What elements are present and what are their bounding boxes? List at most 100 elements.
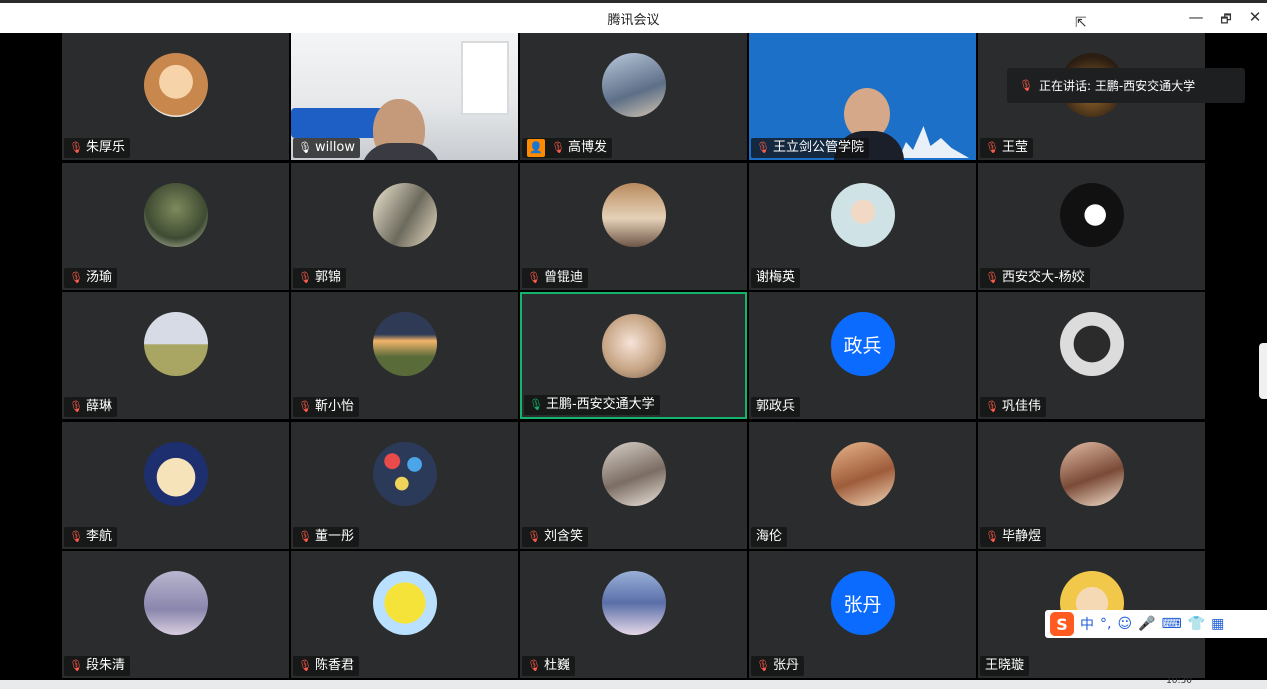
avatar (143, 182, 208, 247)
participant-tile[interactable]: 🎙 willow (291, 33, 518, 160)
participant-name-label: 🎙 汤瑜 (64, 267, 117, 288)
avatar (601, 441, 666, 506)
participant-tile[interactable]: 🎙 汤瑜 (62, 162, 289, 290)
avatar (601, 314, 666, 378)
participant-name-label: 👤 🎙 高博发 (522, 138, 612, 158)
participant-name: 张丹 (772, 658, 799, 673)
avatar (143, 312, 208, 376)
participant-tile[interactable]: 🎙 王立剑公管学院 (749, 33, 976, 160)
ime-skin-icon[interactable]: 👕 (1188, 616, 1205, 632)
mic-muted-icon: 🎙 (756, 141, 770, 154)
participant-name-label: 🎙 willow (293, 138, 361, 158)
avatar (1059, 441, 1124, 506)
restore-button[interactable]: 🗗 (1214, 10, 1238, 31)
side-panel-handle[interactable] (1259, 343, 1267, 399)
mic-muted-icon: 🎙 (551, 141, 565, 154)
participant-tile[interactable]: 🎙 巩佳伟 (978, 292, 1205, 419)
mic-icon: 🎙 (529, 398, 543, 411)
participant-name: 汤瑜 (85, 269, 112, 285)
participant-name: 朱厚乐 (85, 140, 125, 155)
mic-muted-icon: 🎙 (985, 400, 999, 413)
participant-tile[interactable]: 🎙 董一彤 (291, 421, 518, 549)
participant-tile[interactable]: 🎙 王鹏-西安交通大学 (520, 292, 747, 419)
ime-chinese-mode[interactable]: 中 (1080, 614, 1094, 634)
participant-name-label: 🎙 薛琳 (64, 397, 117, 417)
participant-name: 段朱清 (85, 658, 125, 673)
text-avatar: 张丹 (830, 571, 895, 635)
participant-name-label: 🎙 朱厚乐 (64, 138, 130, 158)
participant-name: 毕静煜 (1001, 528, 1041, 544)
participant-name: 薛琳 (85, 399, 112, 414)
speaking-indicator: 🎙 正在讲话: 王鹏-西安交通大学 (1007, 68, 1245, 103)
participant-name: 海伦 (756, 528, 783, 544)
sogou-logo-icon[interactable]: S (1050, 612, 1074, 636)
participant-name: 靳小怡 (314, 399, 354, 414)
participant-name-label: 🎙 毕静煜 (980, 526, 1046, 547)
participant-name: 曾锟迪 (543, 269, 583, 285)
ime-keyboard-icon[interactable]: ⌨ (1162, 616, 1182, 632)
avatar (372, 182, 437, 247)
participant-name: 刘含笑 (543, 528, 583, 544)
participant-name: 高博发 (567, 140, 607, 155)
avatar (830, 182, 895, 247)
participant-name: 王晓璇 (985, 658, 1025, 673)
participant-tile[interactable]: 🎙 刘含笑 (520, 421, 747, 549)
participant-name: 西安交大-杨姣 (1001, 269, 1085, 285)
participant-name-label: 🎙 西安交大-杨姣 (980, 267, 1090, 288)
ime-voice-icon[interactable]: 🎤 (1138, 616, 1155, 632)
participant-tile[interactable]: 张丹 🎙 张丹 (749, 551, 976, 678)
mic-muted-icon: 🎙 (527, 270, 541, 284)
text-avatar: 政兵 (830, 312, 895, 376)
participant-tile[interactable]: 🎙 曾锟迪 (520, 162, 747, 290)
participant-name-label: 🎙 郭锦 (293, 267, 346, 288)
participant-name: 陈香君 (314, 658, 354, 673)
participant-name: willow (314, 140, 356, 155)
minimize-button[interactable]: — (1184, 8, 1208, 26)
participant-name-label: 郭政兵 (751, 397, 801, 417)
participant-tile[interactable]: 🎙 毕静煜 (978, 421, 1205, 549)
participant-name-label: 🎙 杜巍 (522, 656, 575, 676)
avatar (372, 571, 437, 635)
mic-muted-icon: 🎙 (298, 659, 312, 672)
participant-tile[interactable]: 🎙 靳小怡 (291, 292, 518, 419)
participant-tile[interactable]: 🎙 陈香君 (291, 551, 518, 678)
participant-name-label: 王晓璇 (980, 656, 1030, 676)
participant-name-label: 海伦 (751, 526, 788, 547)
participant-tile[interactable]: 🎙 李航 (62, 421, 289, 549)
avatar (372, 312, 437, 376)
mic-muted-icon: 🎙 (527, 529, 541, 543)
participant-name-label: 🎙 巩佳伟 (980, 397, 1046, 417)
participant-tile[interactable]: 🎙 朱厚乐 (62, 33, 289, 160)
participant-name: 董一彤 (314, 528, 354, 544)
mic-icon: 🎙 (298, 141, 312, 154)
mic-muted-icon: 🎙 (69, 270, 83, 284)
participant-tile[interactable]: 谢梅英 (749, 162, 976, 290)
participant-tile[interactable]: 政兵郭政兵 (749, 292, 976, 419)
participant-tile[interactable]: 🎙 西安交大-杨姣 (978, 162, 1205, 290)
participant-name-label: 🎙 靳小怡 (293, 397, 359, 417)
participant-name-label: 谢梅英 (751, 267, 801, 288)
mic-muted-icon: 🎙 (298, 529, 312, 543)
participant-tile[interactable]: 🎙 段朱清 (62, 551, 289, 678)
avatar (1059, 312, 1124, 376)
participant-name: 巩佳伟 (1001, 399, 1041, 414)
participant-tile[interactable]: 👤 🎙 高博发 (520, 33, 747, 160)
mic-muted-icon: 🎙 (1019, 79, 1033, 92)
ime-emoji-icon[interactable]: ☺ (1117, 616, 1132, 632)
ime-tools-icon[interactable]: ▦ (1211, 616, 1224, 632)
mic-muted-icon: 🎙 (985, 270, 999, 284)
participant-name: 谢梅英 (756, 269, 796, 285)
host-icon: 👤 (527, 139, 545, 157)
ime-punct-icon[interactable]: °, (1100, 616, 1111, 632)
participant-tile[interactable]: 🎙 薛琳 (62, 292, 289, 419)
avatar (1059, 182, 1124, 247)
participant-tile[interactable]: 🎙 杜巍 (520, 551, 747, 678)
participant-name: 王鹏-西安交通大学 (545, 397, 655, 412)
participant-tile[interactable]: 🎙 郭锦 (291, 162, 518, 290)
participant-name-label: 🎙 王立剑公管学院 (751, 138, 869, 158)
close-button[interactable]: ✕ (1243, 8, 1267, 26)
mic-muted-icon: 🎙 (69, 659, 83, 672)
participant-tile[interactable]: 海伦 (749, 421, 976, 549)
participant-name-label: 🎙 王鹏-西安交通大学 (524, 395, 660, 415)
avatar (372, 441, 437, 506)
